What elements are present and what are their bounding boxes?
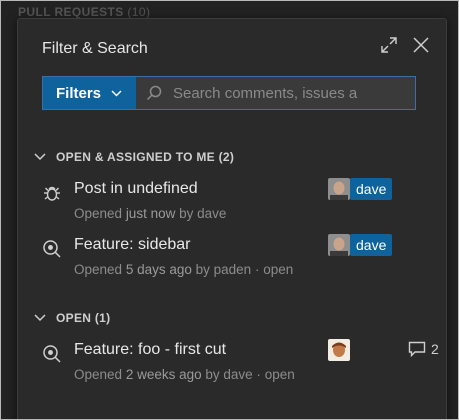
assignee-name: dave — [350, 234, 393, 256]
item-title: Feature: sidebar — [74, 236, 191, 253]
search-bar: Filters — [42, 76, 416, 110]
item-author: by paden · — [195, 262, 260, 277]
section-open-assigned-header[interactable]: OPEN & ASSIGNED TO ME (2) — [34, 150, 234, 164]
avatar — [328, 234, 350, 256]
background-header-count: (10) — [127, 5, 151, 19]
section-label: OPEN & ASSIGNED TO ME (2) — [56, 150, 235, 164]
item-time: 5 days ago — [125, 262, 192, 277]
item-title: Feature: foo - first cut — [74, 341, 227, 358]
filters-button-label: Filters — [56, 84, 102, 102]
item-time: just now — [125, 206, 176, 221]
avatar — [328, 178, 350, 200]
item-meta: Opened just now by dave — [74, 204, 299, 224]
item-title: Post in undefined — [74, 180, 198, 197]
close-icon[interactable] — [411, 35, 431, 55]
search-issue-icon — [42, 239, 62, 264]
app-frame: PULL REQUESTS (10) Filter & Search Filte… — [0, 0, 459, 420]
item-meta: Opened 5 days ago by paden · open — [74, 260, 299, 280]
search-icon — [146, 85, 162, 106]
chevron-down-icon — [34, 153, 46, 161]
filter-search-panel: Filter & Search Filters Search comments,… — [17, 18, 447, 419]
search-input[interactable] — [173, 77, 413, 109]
item-state: open — [263, 262, 294, 277]
item-author: by dave · — [205, 367, 261, 382]
filters-dropdown-button[interactable]: Filters — [43, 77, 136, 109]
chevron-down-icon — [34, 314, 46, 322]
avatar — [328, 339, 350, 361]
panel-title: Filter & Search — [42, 40, 148, 57]
item-author: by dave — [179, 206, 227, 221]
expand-icon[interactable] — [379, 35, 399, 55]
section-label: OPEN (1) — [56, 311, 111, 325]
chevron-down-icon — [111, 89, 122, 97]
background-section-header: PULL REQUESTS (10) — [18, 5, 150, 19]
background-header-label: PULL REQUESTS — [18, 5, 124, 19]
item-opened-label: Opened — [74, 206, 123, 221]
assignee-name: dave — [350, 178, 393, 200]
comment-count[interactable]: 2 — [408, 341, 439, 357]
item-opened-label: Opened — [74, 367, 123, 382]
assignee-badge[interactable]: dave — [328, 233, 393, 257]
author-avatar-badge — [328, 338, 350, 362]
assignee-badge[interactable]: dave — [328, 177, 393, 201]
comment-count-value: 2 — [431, 341, 439, 357]
item-time: 2 weeks ago — [125, 367, 202, 382]
item-meta: Opened 2 weeks ago by dave · open — [74, 365, 299, 385]
item-state: open — [264, 367, 295, 382]
section-open-header[interactable]: OPEN (1) — [34, 311, 110, 325]
search-issue-icon — [42, 344, 62, 369]
item-opened-label: Opened — [74, 262, 123, 277]
bug-icon — [42, 183, 62, 208]
